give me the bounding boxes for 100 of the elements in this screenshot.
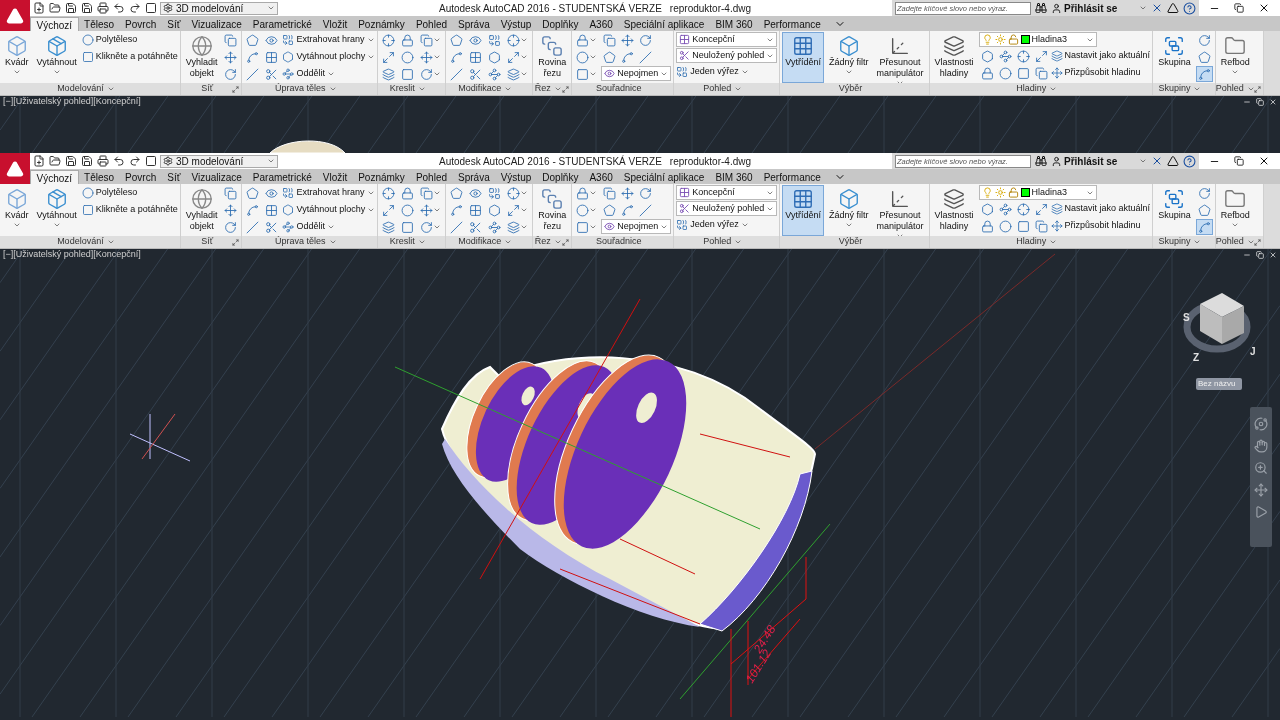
ribbon-button[interactable]: Nastavit jako aktuální (1050, 48, 1151, 64)
ribbon-tab[interactable]: Speciální aplikace (618, 17, 710, 31)
ribbon-tab[interactable]: Doplňky (536, 170, 584, 184)
ribbon-button[interactable]: Kvádr (2, 185, 32, 236)
ribbon-tab[interactable]: Vizualizace (185, 170, 248, 184)
ribbon-tab[interactable]: Síť (161, 17, 186, 31)
ribbon-button[interactable]: Rovina řezu (535, 32, 570, 83)
ribbon-tab[interactable]: Těleso (78, 170, 120, 184)
ribbon-tab[interactable]: Povrch (119, 170, 162, 184)
ribbon-button[interactable]: Vyhladit objekt (182, 32, 221, 83)
ribbon-tab[interactable]: Pohled (410, 17, 453, 31)
dropdown[interactable]: Nepojmen (601, 66, 672, 81)
ribbon-tab[interactable]: Parametrické (247, 17, 318, 31)
ribbon-button[interactable]: Vytáhnout (33, 32, 80, 83)
dropdown[interactable]: Nepojmen (601, 219, 672, 234)
ribbon-tab[interactable]: Poznámky (352, 17, 411, 31)
ribbon-tab[interactable]: BIM 360 (709, 17, 759, 31)
ribbon-button[interactable]: Extrahovat hrany (282, 185, 376, 201)
ribbon-tab[interactable]: Vizualizace (185, 17, 248, 31)
ribbon-tab[interactable]: Doplňky (536, 17, 584, 31)
ribbon-button[interactable]: Vytáhnout plochy (282, 49, 376, 65)
ribbon-button[interactable]: Vlastnosti hladiny (931, 32, 977, 83)
ribbon-tab[interactable]: Vložit (317, 170, 353, 184)
ribbon-button[interactable]: Skupina (1155, 185, 1194, 236)
ribbon-button[interactable]: Refbod (1217, 185, 1253, 236)
ribbon-tab[interactable]: Pohled (410, 170, 453, 184)
ribbon-tab[interactable]: Síť (161, 170, 186, 184)
ribbon-button[interactable]: Rovina řezu (535, 185, 570, 236)
panel-title: Řez (534, 82, 551, 96)
ribbon-button[interactable]: Vytřídění (782, 32, 824, 83)
ribbon-tab[interactable]: Výchozí (30, 170, 79, 184)
compass-label[interactable]: J (1250, 346, 1256, 357)
ribbon-button[interactable]: Jeden výřez (676, 64, 778, 80)
sign-in-button[interactable]: Přihlásit se (1051, 0, 1147, 16)
compass-label[interactable]: S (1183, 312, 1190, 323)
panel-title: Kreslit (389, 235, 415, 249)
ribbon-tab[interactable]: Povrch (119, 17, 162, 31)
viewport-label[interactable]: [−][Uživatelský pohled][Koncepční] (3, 96, 141, 109)
ribbon-tab[interactable]: Správa (452, 17, 496, 31)
ribbon-tab[interactable]: BIM 360 (709, 170, 759, 184)
panel-title: Pohled (1215, 82, 1244, 96)
viewport-label[interactable]: [−][Uživatelský pohled][Koncepční] (3, 249, 141, 262)
panel-title: Skupiny (1158, 235, 1191, 249)
ribbon-tab[interactable]: Správa (452, 170, 496, 184)
ribbon-button[interactable]: Jeden výřez (676, 217, 778, 233)
ribbon-button[interactable]: Přizpůsobit hladinu (1050, 65, 1141, 81)
compass-label[interactable]: Z (1193, 352, 1200, 363)
ribbon-button[interactable]: Refbod (1217, 32, 1253, 83)
ribbon-button[interactable]: Vyhladit objekt (182, 185, 221, 236)
panel-title: Pohled (1215, 235, 1244, 249)
dropdown[interactable]: Koncepční (676, 185, 778, 200)
dropdown[interactable]: Neuložený pohled (676, 201, 778, 216)
panel-title: Modifikace (458, 82, 502, 96)
ribbon-button[interactable]: Polytěleso (81, 32, 178, 48)
panel-title: Síť (201, 235, 214, 249)
ribbon-tab[interactable]: Poznámky (352, 170, 411, 184)
file-name: reproduktor-4.dwg (669, 154, 751, 169)
ribbon-button[interactable]: Žádný filtr (826, 32, 872, 83)
panel-title: Úprava těles (275, 82, 326, 96)
ribbon-tab[interactable]: Speciální aplikace (618, 170, 710, 184)
workspace-dropdown[interactable]: 3D modelování (160, 154, 278, 168)
ribbon-button[interactable]: Vytřídění (782, 185, 824, 236)
ribbon-tab[interactable]: A360 (583, 17, 619, 31)
ribbon-button[interactable]: Vytáhnout plochy (282, 202, 376, 218)
panel-title: Výběr (838, 235, 863, 249)
ribbon-tab[interactable]: Performance (758, 170, 827, 184)
ribbon-button[interactable]: Nastavit jako aktuální (1050, 201, 1151, 217)
ribbon-button[interactable]: Oddělit (282, 66, 376, 82)
ribbon-tab[interactable]: Výstup (495, 170, 537, 184)
panel-title: Modifikace (458, 235, 502, 249)
ribbon-tab[interactable]: Výstup (495, 17, 537, 31)
ribbon-tab[interactable]: A360 (583, 170, 619, 184)
ribbon-button[interactable]: Klikněte a potáhněte (81, 49, 178, 65)
layer-dropdown[interactable]: Hladina3 (978, 32, 1097, 47)
dropdown[interactable]: Neuložený pohled (676, 48, 778, 63)
ribbon-button[interactable]: Vlastnosti hladiny (931, 185, 977, 236)
sign-in-button[interactable]: Přihlásit se (1051, 153, 1147, 169)
dropdown[interactable]: Koncepční (676, 32, 778, 47)
ribbon-button[interactable]: Kvádr (2, 32, 32, 83)
ribbon-button[interactable]: Přesunout manipulátor (873, 32, 927, 84)
ribbon-button[interactable]: Vytáhnout (33, 185, 80, 236)
window-title: Autodesk AutoCAD 2016 - STUDENTSKÁ VERZE (439, 154, 662, 169)
workspace-dropdown[interactable]: 3D modelování (160, 1, 278, 15)
ribbon-tab[interactable]: Vložit (317, 17, 353, 31)
ribbon-tab[interactable]: Parametrické (247, 170, 318, 184)
ribbon-button[interactable]: Klikněte a potáhněte (81, 202, 178, 218)
ribbon-button[interactable]: Přesunout manipulátor (873, 185, 927, 237)
ribbon-button[interactable]: Oddělit (282, 219, 376, 235)
ribbon-tab[interactable]: Výchozí (30, 17, 79, 31)
window-title: Autodesk AutoCAD 2016 - STUDENTSKÁ VERZE (439, 1, 662, 16)
file-name: reproduktor-4.dwg (669, 1, 751, 16)
ribbon-tab[interactable]: Těleso (78, 17, 120, 31)
ribbon-button[interactable]: Skupina (1155, 32, 1194, 83)
ribbon-button[interactable]: Polytěleso (81, 185, 178, 201)
panel-title: Pohled (703, 82, 732, 96)
ribbon-button[interactable]: Přizpůsobit hladinu (1050, 218, 1141, 234)
ribbon-button[interactable]: Žádný filtr (826, 185, 872, 236)
ribbon-tab[interactable]: Performance (758, 17, 827, 31)
layer-dropdown[interactable]: Hladina3 (978, 185, 1097, 200)
ribbon-button[interactable]: Extrahovat hrany (282, 32, 376, 48)
